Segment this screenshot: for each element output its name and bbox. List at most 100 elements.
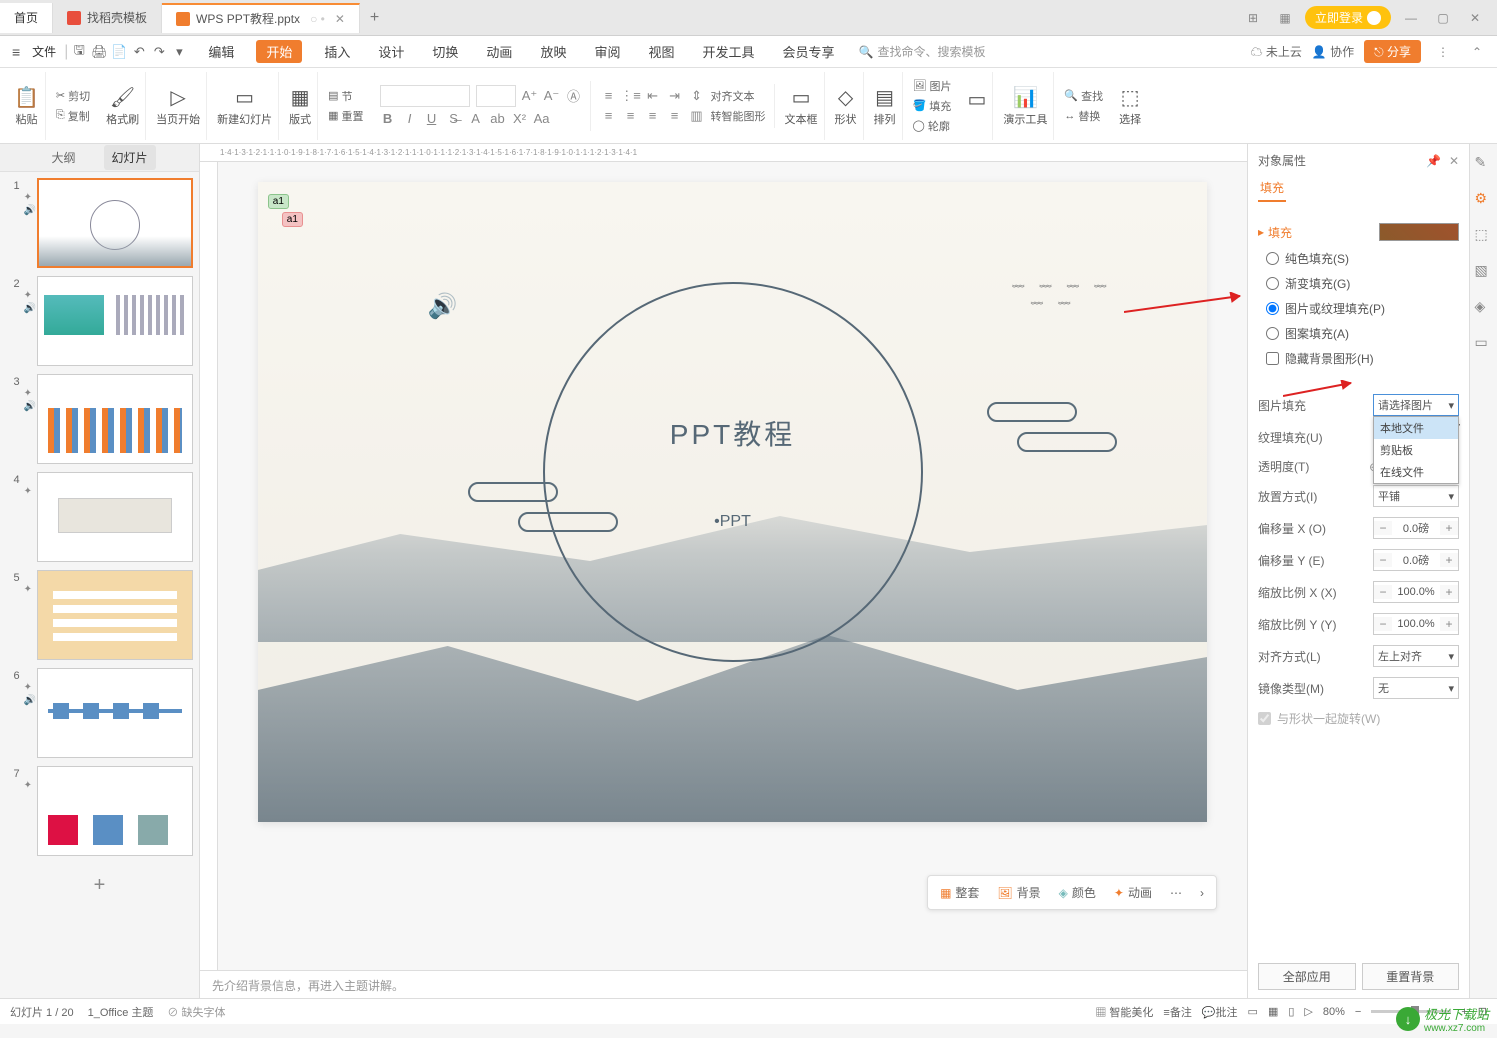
props-close-icon[interactable]: ✕ bbox=[1449, 154, 1459, 168]
align-select[interactable]: 左上对齐▾ bbox=[1373, 645, 1459, 667]
notes-bar[interactable]: 先介绍背景信息，再进入主题讲解。 bbox=[200, 970, 1247, 998]
new-slide-button[interactable]: ▭ 新建幻灯片 bbox=[211, 72, 279, 140]
offy-spinner[interactable]: −0.0磅+ bbox=[1373, 549, 1459, 571]
add-slide-button[interactable]: + bbox=[6, 864, 193, 907]
slide-thumb-1[interactable] bbox=[37, 178, 193, 268]
reset-button[interactable]: ▦重置 bbox=[328, 108, 363, 124]
font-select[interactable] bbox=[380, 85, 470, 107]
tab-template[interactable]: 找稻壳模板 bbox=[53, 3, 162, 33]
undo-icon[interactable]: ↶ bbox=[130, 43, 148, 61]
menu-edit[interactable]: 编辑 bbox=[202, 40, 240, 63]
picture-button[interactable]: 🖼图片 bbox=[913, 78, 952, 94]
qat-dropdown-icon[interactable]: ▾ bbox=[170, 43, 188, 61]
slides-list[interactable]: 1 ✦🔊 2 ✦🔊 3 ✦🔊 4 ✦ 5 ✦ bbox=[0, 172, 199, 998]
smart-beauty-button[interactable]: ▦ 智能美化 bbox=[1095, 1004, 1153, 1020]
scaley-spinner[interactable]: −100.0%+ bbox=[1373, 613, 1459, 635]
anim-tag-1[interactable]: a1 bbox=[268, 194, 289, 209]
line-spacing-icon[interactable]: ⇕ bbox=[689, 88, 705, 104]
print-icon[interactable]: 🖨 bbox=[90, 43, 108, 61]
fill-button[interactable]: 🪣填充 bbox=[913, 98, 952, 114]
add-tab-button[interactable]: + bbox=[360, 9, 389, 27]
replace-button[interactable]: ↔替换 bbox=[1064, 108, 1103, 124]
close-icon[interactable]: ✕ bbox=[335, 12, 345, 26]
section-button[interactable]: ▤节 bbox=[328, 88, 363, 104]
section-fill-title[interactable]: ▸ 填充 bbox=[1258, 224, 1292, 241]
status-missing-font[interactable]: ⊘ 缺失字体 bbox=[167, 1004, 225, 1020]
menu-show[interactable]: 放映 bbox=[534, 40, 572, 63]
align-center-icon[interactable]: ≡ bbox=[623, 108, 639, 124]
view-normal-icon[interactable]: ▭ bbox=[1248, 1005, 1258, 1018]
menu-local-file[interactable]: 本地文件 bbox=[1374, 417, 1458, 439]
title-circle[interactable]: PPT教程 •PPT bbox=[543, 282, 923, 662]
share-button[interactable]: ⎋ 分享 bbox=[1364, 40, 1421, 63]
tab-slides[interactable]: 幻灯片 bbox=[104, 145, 156, 170]
collab-button[interactable]: 👤 协作 bbox=[1312, 43, 1354, 60]
columns-icon[interactable]: ▥ bbox=[689, 108, 705, 124]
indent-dec-icon[interactable]: ⇤ bbox=[645, 88, 661, 104]
slide-item-5[interactable]: 5 ✦ bbox=[6, 570, 193, 660]
zoom-out-button[interactable]: − bbox=[1355, 1006, 1361, 1018]
audio-icon[interactable]: 🔊 bbox=[428, 292, 458, 321]
login-button[interactable]: 立即登录 bbox=[1305, 6, 1391, 29]
texture-swatch[interactable] bbox=[1379, 223, 1459, 241]
layout-button[interactable]: ▦ 版式 bbox=[283, 72, 318, 140]
side-material-icon[interactable]: ▧ bbox=[1475, 262, 1493, 280]
menu-search[interactable]: 🔍 查找命令、搜索模板 bbox=[859, 43, 986, 60]
check-hide-bg[interactable]: 隐藏背景图形(H) bbox=[1266, 346, 1459, 371]
bold-icon[interactable]: B bbox=[380, 111, 396, 127]
tab-home[interactable]: 首页 bbox=[0, 3, 53, 33]
paste-group[interactable]: 📋 粘贴 bbox=[8, 72, 46, 140]
file-menu[interactable]: 文件 bbox=[26, 43, 62, 60]
ct-more-icon[interactable]: ⋯ bbox=[1162, 882, 1190, 904]
slide-thumb-5[interactable] bbox=[37, 570, 193, 660]
view-reading-icon[interactable]: ▯ bbox=[1288, 1005, 1294, 1018]
find-button[interactable]: 🔍查找 bbox=[1064, 88, 1103, 104]
radio-picture[interactable]: 图片或纹理填充(P) bbox=[1266, 296, 1459, 321]
ct-all-button[interactable]: ▦整套 bbox=[932, 880, 987, 905]
apps-icon[interactable]: ▦ bbox=[1273, 6, 1297, 30]
grid-icon[interactable]: ⊞ bbox=[1241, 6, 1265, 30]
slide-item-1[interactable]: 1 ✦🔊 bbox=[6, 178, 193, 268]
ct-bg-button[interactable]: 🖼背景 bbox=[989, 880, 1048, 905]
radio-solid[interactable]: 纯色填充(S) bbox=[1266, 246, 1459, 271]
font-shrink-icon[interactable]: A⁻ bbox=[544, 88, 560, 104]
menu-review[interactable]: 审阅 bbox=[588, 40, 626, 63]
font-grow-icon[interactable]: A⁺ bbox=[522, 88, 538, 104]
reset-bg-button[interactable]: 重置背景 bbox=[1362, 963, 1460, 990]
shape-button[interactable]: ◇形状 bbox=[829, 72, 864, 140]
maximize-button[interactable]: ▢ bbox=[1431, 6, 1455, 30]
case-icon[interactable]: Aa bbox=[534, 111, 550, 127]
ct-color-button[interactable]: ◈颜色 bbox=[1051, 880, 1104, 905]
underline-icon[interactable]: U bbox=[424, 111, 440, 127]
slide-item-6[interactable]: 6 ✦🔊 bbox=[6, 668, 193, 758]
slide-canvas[interactable]: a1 a1 ﹌ ﹌ ﹌ ﹌ ﹌ ﹌ 🔊 PPT教程 •PPT bbox=[258, 182, 1207, 822]
arrange-button[interactable]: ▤排列 bbox=[868, 72, 903, 140]
menu-online-file[interactable]: 在线文件 bbox=[1374, 461, 1458, 483]
menu-clipboard[interactable]: 剪贴板 bbox=[1374, 439, 1458, 461]
superscript-icon[interactable]: X² bbox=[512, 111, 528, 127]
slide-thumb-2[interactable] bbox=[37, 276, 193, 366]
outline-button[interactable]: ◯轮廓 bbox=[913, 118, 952, 134]
rotate-checkbox[interactable]: 与形状一起旋转(W) bbox=[1258, 704, 1459, 733]
ct-motion-button[interactable]: ✦动画 bbox=[1106, 880, 1160, 905]
align-left-icon[interactable]: ≡ bbox=[601, 108, 617, 124]
menu-transition[interactable]: 切换 bbox=[426, 40, 464, 63]
select-button[interactable]: ⬚选择 bbox=[1113, 72, 1147, 140]
cut-button[interactable]: ✂剪切 bbox=[56, 88, 90, 104]
slide-thumb-3[interactable] bbox=[37, 374, 193, 464]
numbering-icon[interactable]: ⋮≡ bbox=[623, 88, 639, 104]
menu-view[interactable]: 视图 bbox=[642, 40, 680, 63]
anim-tag-2[interactable]: a1 bbox=[282, 212, 303, 227]
tab-outline[interactable]: 大纲 bbox=[43, 145, 83, 170]
view-slideshow-icon[interactable]: ▷ bbox=[1304, 1005, 1312, 1018]
quick-style-button[interactable]: ▭ bbox=[962, 72, 994, 140]
hamburger-icon[interactable]: ≡ bbox=[8, 44, 24, 60]
comments-button[interactable]: 💬批注 bbox=[1202, 1004, 1238, 1020]
slide-item-2[interactable]: 2 ✦🔊 bbox=[6, 276, 193, 366]
side-style-icon[interactable]: ✎ bbox=[1475, 154, 1493, 172]
pin-icon[interactable]: 📌 bbox=[1426, 154, 1441, 168]
chevron-up-icon[interactable]: ⌃ bbox=[1465, 40, 1489, 64]
menu-insert[interactable]: 插入 bbox=[318, 40, 356, 63]
slide-thumb-6[interactable] bbox=[37, 668, 193, 758]
position-select[interactable]: 平铺▾ bbox=[1373, 485, 1459, 507]
